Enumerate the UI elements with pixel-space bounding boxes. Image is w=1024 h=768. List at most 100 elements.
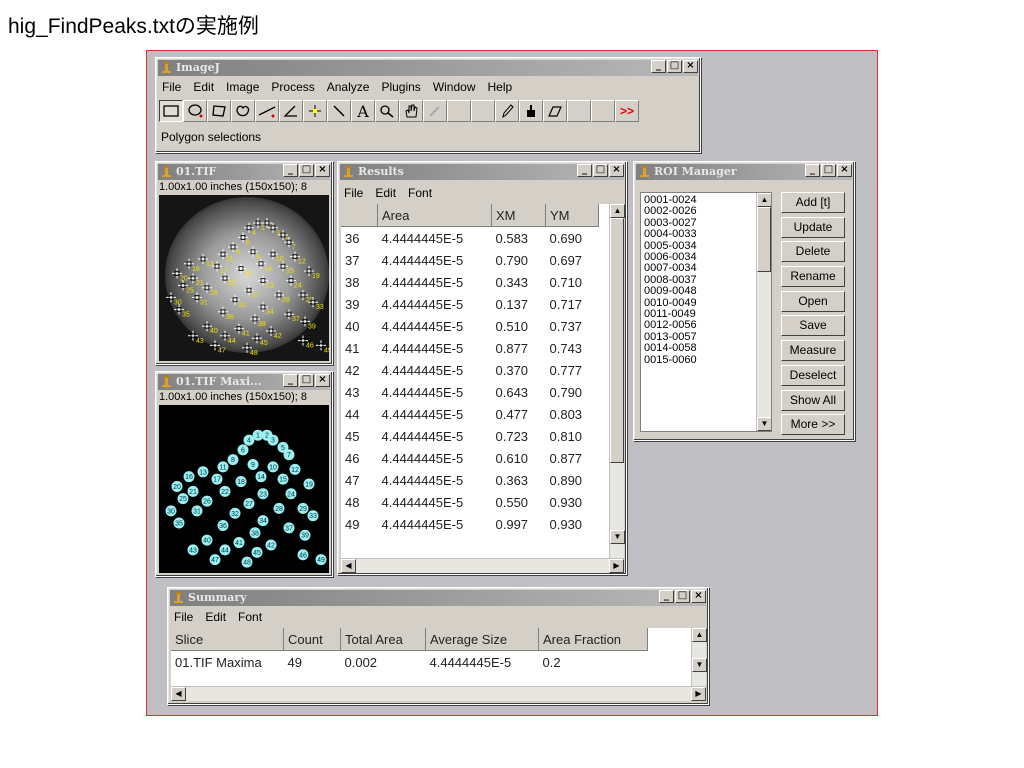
maxima-image[interactable]: 1 23456789 1011 121314 1516 17 18 192021 22 23 242… <box>159 405 329 573</box>
minimize-button[interactable]: _ <box>805 164 820 177</box>
column-header[interactable]: Count <box>283 628 341 651</box>
blank-tool-4[interactable] <box>591 100 615 122</box>
table-row[interactable]: 45 4.4444445E-5 0.723 0.810 <box>341 425 599 447</box>
blank-tool-2[interactable] <box>471 100 495 122</box>
menu-edit[interactable]: Edit <box>375 184 396 202</box>
menu-image[interactable]: Image <box>226 78 259 96</box>
deselect-button[interactable]: Deselect <box>781 364 845 386</box>
menu-font[interactable]: Font <box>408 184 432 202</box>
scroll-up-arrow-icon[interactable]: ▲ <box>610 204 625 218</box>
results-vertical-scrollbar[interactable]: ▲ ▼ <box>609 204 625 558</box>
polygon-tool-icon[interactable] <box>207 100 231 122</box>
maximize-button[interactable]: □ <box>675 590 690 603</box>
magnifier-tool-icon[interactable] <box>375 100 399 122</box>
scrollbar-thumb[interactable] <box>610 218 624 463</box>
hand-tool-icon[interactable] <box>399 100 423 122</box>
scroll-left-arrow-icon[interactable]: ◀ <box>341 559 356 573</box>
menu-file[interactable]: File <box>174 608 193 626</box>
table-row[interactable]: 36 4.4444445E-5 0.583 0.690 <box>341 227 599 250</box>
minimize-button[interactable]: _ <box>283 374 298 387</box>
column-header[interactable]: Average Size <box>425 628 539 651</box>
table-row[interactable]: 40 4.4444445E-5 0.510 0.737 <box>341 315 599 337</box>
table-row[interactable]: 44 4.4444445E-5 0.477 0.803 <box>341 403 599 425</box>
blank-tool-3[interactable] <box>567 100 591 122</box>
scroll-up-arrow-icon[interactable]: ▲ <box>692 628 707 642</box>
scrollbar-thumb[interactable] <box>757 207 771 272</box>
menu-process[interactable]: Process <box>271 78 314 96</box>
minimize-button[interactable]: _ <box>283 164 298 177</box>
table-row[interactable]: 49 4.4444445E-5 0.997 0.930 <box>341 513 599 535</box>
more-tools-icon[interactable]: >> <box>615 100 639 122</box>
results-horizontal-scrollbar[interactable]: ◀ ▶ <box>341 558 624 573</box>
update-button[interactable]: Update <box>781 216 845 238</box>
menu-edit[interactable]: Edit <box>193 78 214 96</box>
column-header[interactable]: Total Area <box>340 628 426 651</box>
list-item[interactable]: 0015-0060 <box>641 354 771 366</box>
column-header[interactable]: Area Fraction <box>538 628 648 651</box>
roi-list[interactable]: 0001-0024 0002-0026 0003-0027 0004-0033 0005… <box>640 192 772 432</box>
close-button[interactable]: × <box>315 164 330 177</box>
angle-tool-icon[interactable] <box>279 100 303 122</box>
dropper-tool-icon[interactable] <box>423 100 447 122</box>
minimize-button[interactable]: _ <box>659 590 674 603</box>
menu-plugins[interactable]: Plugins <box>381 78 420 96</box>
menu-analyze[interactable]: Analyze <box>327 78 370 96</box>
save-button[interactable]: Save <box>781 315 845 337</box>
more-button[interactable]: More >> <box>781 414 845 436</box>
scroll-down-arrow-icon[interactable]: ▼ <box>692 658 707 672</box>
wand-tool-icon[interactable] <box>327 100 351 122</box>
table-row[interactable]: 48 4.4444445E-5 0.550 0.930 <box>341 491 599 513</box>
maximize-button[interactable]: □ <box>593 164 608 177</box>
point-tool-icon[interactable] <box>303 100 327 122</box>
scroll-left-arrow-icon[interactable]: ◀ <box>171 687 186 701</box>
pencil-tool-icon[interactable] <box>495 100 519 122</box>
table-row[interactable]: 01.TIF Maxima 49 0.002 4.4444445E-5 0.2 <box>171 651 648 674</box>
table-row[interactable]: 42 4.4444445E-5 0.370 0.777 <box>341 359 599 381</box>
column-header[interactable] <box>341 204 378 227</box>
table-row[interactable]: 39 4.4444445E-5 0.137 0.717 <box>341 293 599 315</box>
table-row[interactable]: 37 4.4444445E-5 0.790 0.697 <box>341 249 599 271</box>
add-button[interactable]: Add [t] <box>781 192 845 213</box>
measure-button[interactable]: Measure <box>781 340 845 362</box>
menu-font[interactable]: Font <box>238 608 262 626</box>
column-header[interactable]: Area <box>377 204 492 227</box>
close-button[interactable]: × <box>837 164 852 177</box>
maximize-button[interactable]: □ <box>299 374 314 387</box>
table-row[interactable]: 38 4.4444445E-5 0.343 0.710 <box>341 271 599 293</box>
summary-horizontal-scrollbar[interactable]: ◀ ▶ <box>171 686 706 701</box>
scroll-down-arrow-icon[interactable]: ▼ <box>757 417 771 431</box>
scroll-right-arrow-icon[interactable]: ▶ <box>691 687 706 701</box>
menu-window[interactable]: Window <box>433 78 476 96</box>
summary-vertical-scrollbar[interactable]: ▲ ▼ <box>691 628 707 686</box>
blank-tool-1[interactable] <box>447 100 471 122</box>
summary-titlebar[interactable]: Summary <box>170 590 706 606</box>
column-header[interactable]: Slice <box>171 628 284 651</box>
imagej-titlebar[interactable]: ImageJ <box>158 60 698 76</box>
column-header[interactable]: XM <box>491 204 546 227</box>
text-tool-icon[interactable]: A <box>351 100 375 122</box>
close-button[interactable]: × <box>691 590 706 603</box>
show-all-button[interactable]: Show All <box>781 389 845 411</box>
minimize-button[interactable]: _ <box>577 164 592 177</box>
rename-button[interactable]: Rename <box>781 266 845 288</box>
maximize-button[interactable]: □ <box>299 164 314 177</box>
roi-list-scrollbar[interactable]: ▲ ▼ <box>756 193 771 431</box>
maximize-button[interactable]: □ <box>667 60 682 73</box>
fluorescence-image[interactable]: 1 23456789 1011 121314 1516 17 18 192021 22 23 242… <box>159 195 329 361</box>
close-button[interactable]: × <box>683 60 698 73</box>
maximize-button[interactable]: □ <box>821 164 836 177</box>
rectangle-tool-icon[interactable] <box>159 100 183 122</box>
menu-help[interactable]: Help <box>488 78 513 96</box>
menu-edit[interactable]: Edit <box>205 608 226 626</box>
open-button[interactable]: Open <box>781 290 845 312</box>
scroll-up-arrow-icon[interactable]: ▲ <box>757 193 771 207</box>
table-row[interactable]: 41 4.4444445E-5 0.877 0.743 <box>341 337 599 359</box>
column-header[interactable]: YM <box>545 204 599 227</box>
eraser-tool-icon[interactable] <box>543 100 567 122</box>
oval-tool-icon[interactable] <box>183 100 207 122</box>
delete-button[interactable]: Delete <box>781 241 845 263</box>
close-button[interactable]: × <box>609 164 624 177</box>
scroll-down-arrow-icon[interactable]: ▼ <box>610 530 625 544</box>
minimize-button[interactable]: _ <box>651 60 666 73</box>
menu-file[interactable]: File <box>344 184 363 202</box>
